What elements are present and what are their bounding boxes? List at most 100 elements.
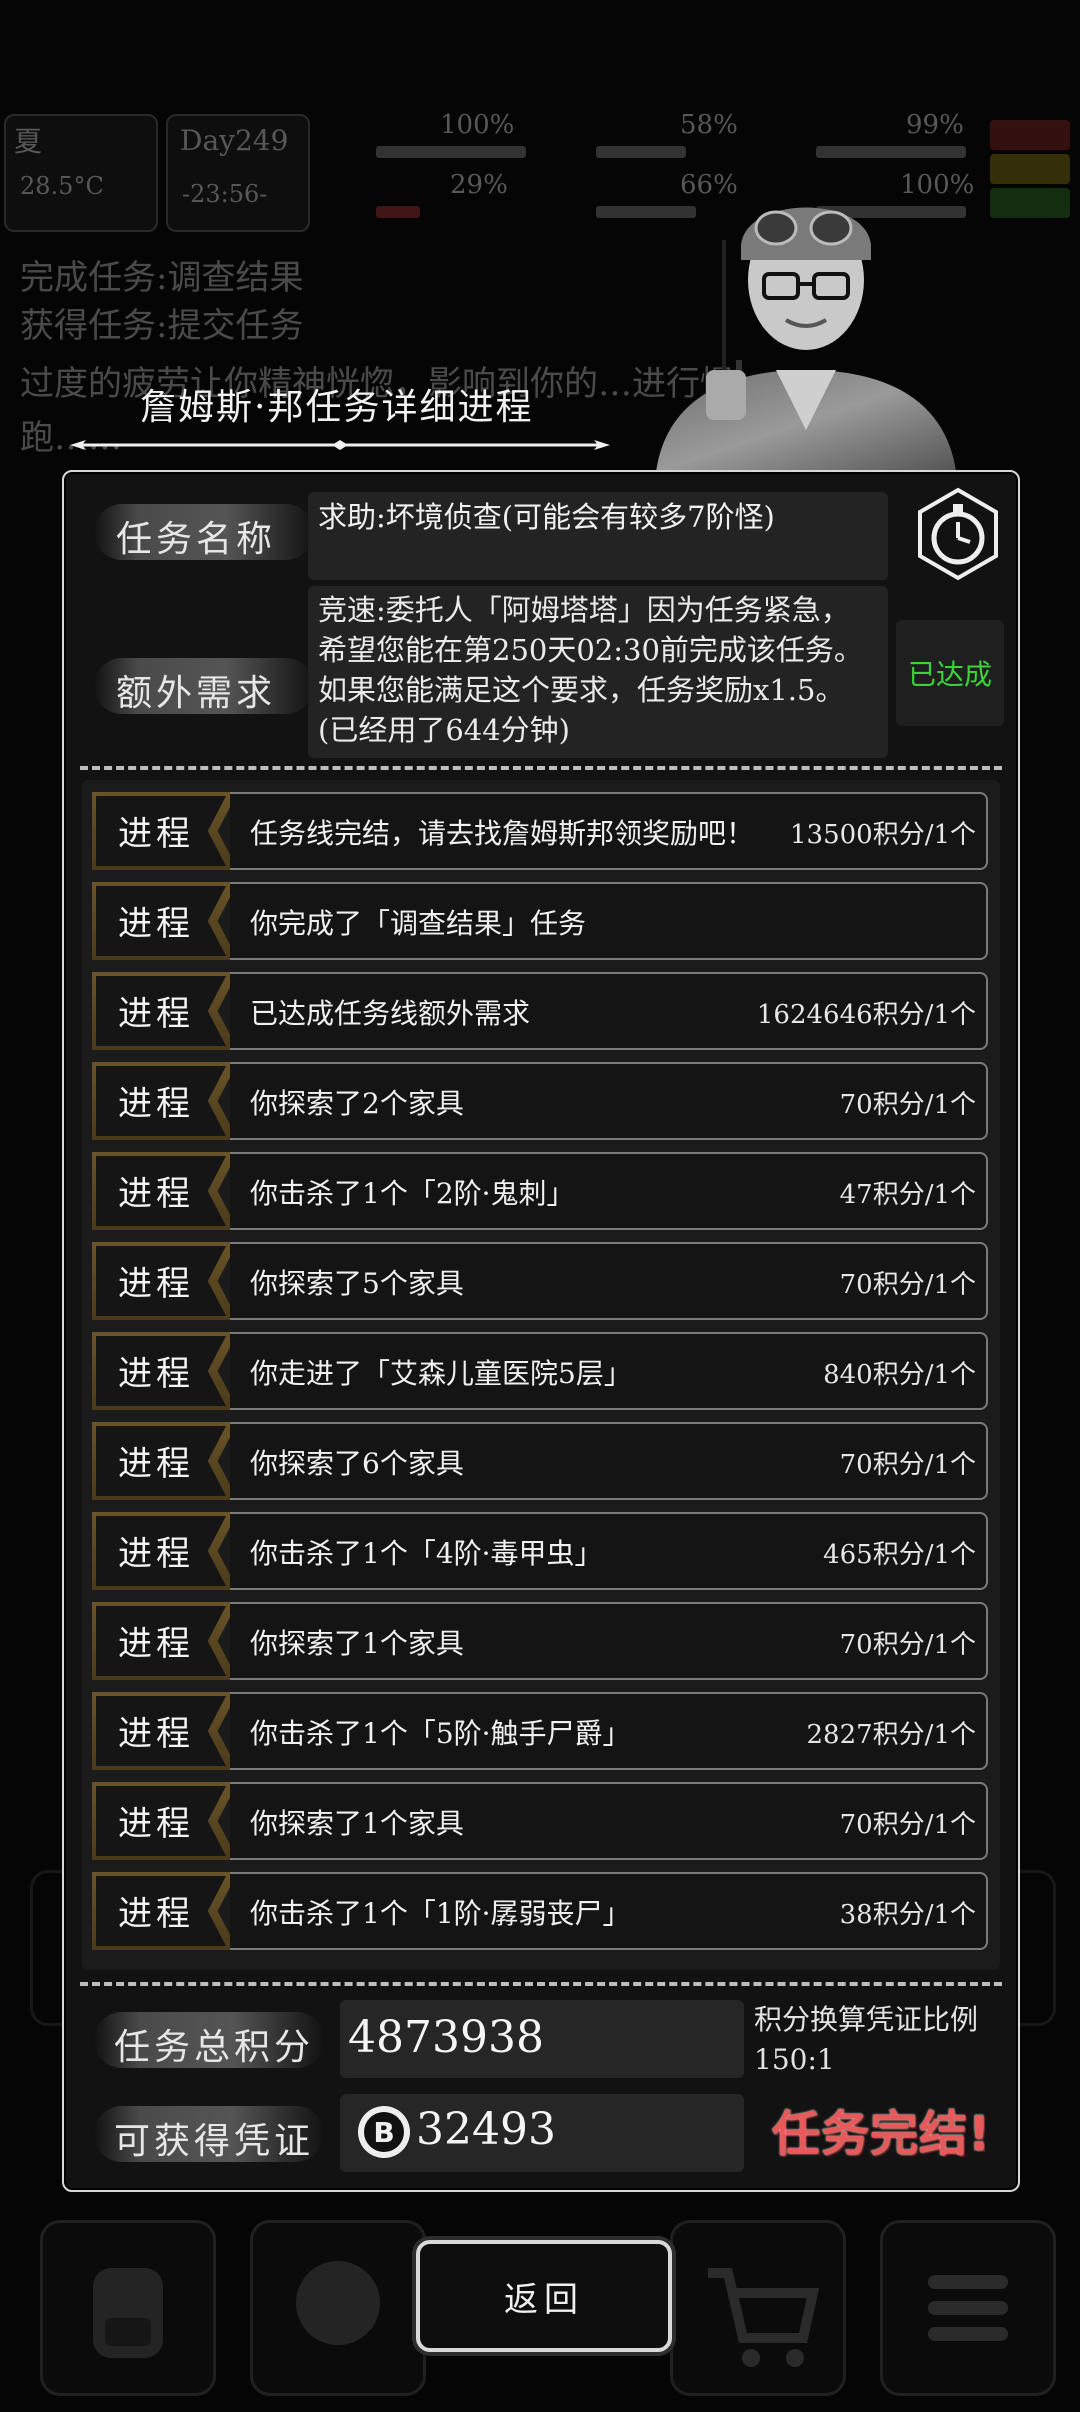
progress-points: 465积分/1个 [823, 1540, 976, 1570]
backpack-icon [93, 2268, 163, 2358]
progress-body: 你完成了「调查结果」任务 [230, 882, 988, 960]
stat-mood-bar [376, 206, 420, 218]
progress-tag: 进程 [92, 882, 238, 960]
brain-icon [296, 2261, 380, 2345]
progress-tag-label: 进程 [118, 1894, 194, 1934]
progress-text: 已达成任务线额外需求 [250, 997, 531, 1030]
voucher-value: 32493 [416, 2104, 556, 2155]
progress-text: 你击杀了1个「5阶·触手尸爵」 [250, 1717, 631, 1750]
npc-portrait [656, 207, 956, 472]
progress-tag-label: 进程 [118, 1354, 194, 1394]
progress-row: 进程 你探索了2个家具 70积分/1个 [92, 1062, 990, 1140]
progress-points: 840积分/1个 [823, 1360, 976, 1390]
progress-row: 进程 你探索了5个家具 70积分/1个 [92, 1242, 990, 1320]
progress-points: 1624646积分/1个 [756, 1000, 976, 1030]
progress-row: 进程 你击杀了1个「4阶·毒甲虫」 465积分/1个 [92, 1512, 990, 1590]
progress-points: 2827积分/1个 [806, 1720, 976, 1750]
progress-row: 进程 你探索了1个家具 70积分/1个 [92, 1602, 990, 1680]
log-line: 跑…… [20, 418, 122, 458]
progress-row: 进程 你探索了1个家具 70积分/1个 [92, 1782, 990, 1860]
progress-points: 70积分/1个 [839, 1270, 976, 1300]
progress-points: 70积分/1个 [839, 1090, 976, 1120]
skills-tab[interactable] [250, 2220, 426, 2396]
progress-tag-label: 进程 [118, 1444, 194, 1484]
divider [80, 766, 1002, 770]
progress-text: 任务线完结，请去找詹姆斯邦领奖励吧！ [250, 817, 755, 850]
progress-body: 你探索了6个家具 70积分/1个 [230, 1422, 988, 1500]
quest-name: 求助:坏境侦查(可能会有较多7阶怪) [318, 500, 775, 534]
title-underline-ornament [70, 440, 610, 450]
day-label: Day249 [180, 124, 289, 157]
stat-food-bar [596, 146, 686, 158]
progress-tag: 进程 [92, 1332, 238, 1410]
progress-tag: 进程 [92, 792, 238, 870]
progress-tag-label: 进程 [118, 1084, 194, 1124]
progress-body: 你击杀了1个「5阶·触手尸爵」 2827积分/1个 [230, 1692, 988, 1770]
total-points-label: 任务总积分 [114, 2027, 315, 2068]
log-line: 获得任务:提交任务 [20, 306, 304, 346]
progress-tag: 进程 [92, 1422, 238, 1500]
extra-status-badge: 已达成 [896, 620, 1004, 726]
progress-row: 进程 你完成了「调查结果」任务 [92, 882, 990, 960]
progress-points: 47积分/1个 [839, 1180, 976, 1210]
progress-text: 你探索了2个家具 [250, 1087, 464, 1120]
stat-energy: 99% [906, 110, 964, 140]
status-lights [990, 120, 1070, 224]
backpack-tab[interactable] [40, 2220, 216, 2396]
season-label: 夏 [14, 125, 43, 158]
progress-row: 进程 你击杀了1个「1阶·孱弱丧尸」 38积分/1个 [92, 1872, 990, 1950]
progress-tag-label: 进程 [118, 1804, 194, 1844]
progress-row: 进程 你探索了6个家具 70积分/1个 [92, 1422, 990, 1500]
progress-body: 你探索了5个家具 70积分/1个 [230, 1242, 988, 1320]
progress-points: 70积分/1个 [839, 1810, 976, 1840]
temperature-label: 28.5°C [20, 172, 104, 200]
extra-requirement-text: 竞速:委托人「阿姆塔塔」因为任务紧急，希望您能在第250天02:30前完成该任务… [318, 593, 863, 747]
progress-body: 已达成任务线额外需求 1624646积分/1个 [230, 972, 988, 1050]
progress-body: 你击杀了1个「1阶·孱弱丧尸」 38积分/1个 [230, 1872, 988, 1950]
stat-energy-bar [816, 146, 966, 158]
progress-tag-label: 进程 [118, 994, 194, 1034]
progress-tag: 进程 [92, 1872, 238, 1950]
progress-list[interactable]: 进程 任务线完结，请去找詹姆斯邦领奖励吧！ 13500积分/1个 进程 你完成了「调查结… [82, 780, 1000, 1970]
progress-tag-label: 进程 [118, 1714, 194, 1754]
progress-text: 你探索了5个家具 [250, 1267, 464, 1300]
progress-tag: 进程 [92, 1782, 238, 1860]
progress-body: 你击杀了1个「4阶·毒甲虫」 465积分/1个 [230, 1512, 988, 1590]
list-icon [928, 2275, 1008, 2341]
back-button[interactable]: 返回 [416, 2240, 672, 2352]
progress-tag-label: 进程 [118, 1534, 194, 1574]
stat-food: 58% [680, 110, 738, 140]
quest-detail-panel: 任务名称 求助:坏境侦查(可能会有较多7阶怪) 额外需求 竞速:委托人「阿姆塔塔… [62, 470, 1020, 2192]
progress-text: 你击杀了1个「1阶·孱弱丧尸」 [250, 1897, 631, 1930]
progress-tag: 进程 [92, 1512, 238, 1590]
progress-tag: 进程 [92, 972, 238, 1050]
quest-complete-label: 任务完结! [772, 2106, 991, 2162]
progress-text: 你击杀了1个「2阶·鬼刺」 [250, 1177, 575, 1210]
shop-tab[interactable] [670, 2220, 846, 2396]
progress-body: 你走进了「艾森儿童医院5层」 840积分/1个 [230, 1332, 988, 1410]
time-label: -23:56- [182, 180, 268, 208]
voucher-label: 可获得凭证 [114, 2121, 315, 2162]
total-points-value: 4873938 [348, 2012, 544, 2063]
progress-tag-label: 进程 [118, 814, 194, 854]
progress-points: 13500积分/1个 [789, 820, 976, 850]
progress-text: 你探索了1个家具 [250, 1627, 464, 1660]
conversion-ratio: 积分换算凭证比例150:1 [754, 2003, 979, 2076]
cart-icon [708, 2268, 820, 2367]
progress-body: 你击杀了1个「2阶·鬼刺」 47积分/1个 [230, 1152, 988, 1230]
progress-tag-label: 进程 [118, 904, 194, 944]
svg-text:B: B [373, 2116, 394, 2149]
progress-tag-label: 进程 [118, 1624, 194, 1664]
progress-row: 进程 你走进了「艾森儿童医院5层」 840积分/1个 [92, 1332, 990, 1410]
progress-tag-label: 进程 [118, 1264, 194, 1304]
progress-text: 你走进了「艾森儿童医院5层」 [250, 1357, 632, 1390]
progress-text: 你探索了6个家具 [250, 1447, 464, 1480]
voucher-coin-icon: B [358, 2106, 410, 2158]
divider [80, 1982, 1002, 1986]
stat-mood: 29% [450, 170, 508, 200]
progress-body: 你探索了2个家具 70积分/1个 [230, 1062, 988, 1140]
progress-tag: 进程 [92, 1062, 238, 1140]
progress-tag: 进程 [92, 1602, 238, 1680]
progress-body: 任务线完结，请去找詹姆斯邦领奖励吧！ 13500积分/1个 [230, 792, 988, 870]
menu-tab[interactable] [880, 2220, 1056, 2396]
